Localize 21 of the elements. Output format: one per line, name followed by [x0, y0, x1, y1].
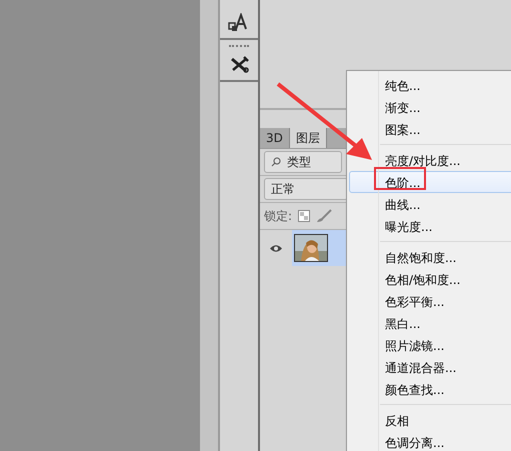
menu-item[interactable]: 自然饱和度...: [349, 246, 511, 268]
menu-item[interactable]: 色阶...: [349, 171, 511, 193]
menu-item[interactable]: 曲线...: [349, 193, 511, 215]
menu-item[interactable]: 颜色查找...: [349, 378, 511, 400]
menu-item[interactable]: 纯色...: [349, 74, 511, 96]
menu-item[interactable]: 图案...: [349, 118, 511, 140]
filter-dropdown[interactable]: 类型: [264, 151, 342, 173]
lock-label: 锁定:: [264, 208, 292, 224]
menu-item[interactable]: 照片滤镜...: [349, 334, 511, 356]
menu-item[interactable]: 黑白...: [349, 312, 511, 334]
menu-item[interactable]: 色彩平衡...: [349, 290, 511, 312]
menu-item[interactable]: 渐变...: [349, 96, 511, 118]
blend-mode-dropdown[interactable]: 正常: [264, 178, 348, 200]
menu-item[interactable]: 亮度/对比度...: [349, 149, 511, 171]
menu-item[interactable]: 曝光度...: [349, 215, 511, 237]
panel-tab[interactable]: 3D: [260, 128, 290, 148]
menu-item[interactable]: 色相/饱和度...: [349, 268, 511, 290]
menu-item[interactable]: 通道混合器...: [349, 356, 511, 378]
menu-item[interactable]: 反相: [349, 409, 511, 431]
menu-item[interactable]: 色调分离...: [349, 431, 511, 451]
panel-tab[interactable]: 图层: [290, 128, 327, 148]
